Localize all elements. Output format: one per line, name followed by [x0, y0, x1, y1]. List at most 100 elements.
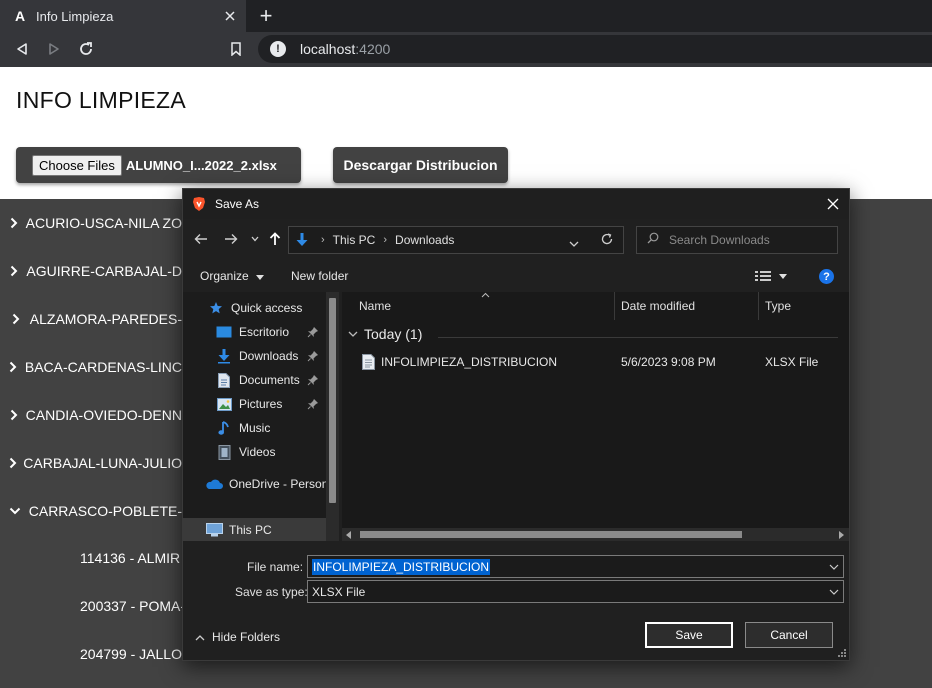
browser-tab[interactable]: A Info Limpieza — [0, 0, 246, 32]
address-row: › This PC › Downloads Search Downloads — [183, 219, 849, 259]
scrollbar-thumb[interactable] — [360, 531, 742, 538]
save-button[interactable]: Save — [645, 622, 733, 648]
resize-grip-icon[interactable] — [837, 648, 847, 658]
navigation-scrollbar[interactable] — [326, 292, 339, 541]
new-folder-button[interactable]: New folder — [291, 269, 348, 283]
scroll-left-icon[interactable] — [346, 531, 352, 539]
path-breadcrumb[interactable]: › This PC › Downloads — [288, 226, 624, 254]
column-divider[interactable] — [614, 292, 615, 320]
hide-folders-label: Hide Folders — [212, 630, 281, 644]
file-name-field[interactable]: INFOLIMPIEZA_DISTRIBUCION — [307, 555, 844, 578]
search-input[interactable]: Search Downloads — [636, 226, 838, 254]
site-info-icon[interactable]: ! — [270, 41, 286, 57]
list-item[interactable]: ALZAMORA-PAREDES- — [0, 295, 182, 343]
sort-ascending-icon — [481, 292, 490, 298]
nav-item-this-pc[interactable]: This PC — [205, 518, 272, 541]
search-placeholder: Search Downloads — [669, 233, 770, 247]
list-item-label: ALZAMORA-PAREDES- — [29, 311, 182, 327]
address-bar[interactable]: ! localhost:4200 — [258, 35, 932, 63]
list-item[interactable]: CARBAJAL-LUNA-JULIO — [0, 439, 182, 487]
address-dropdown-chevron-icon[interactable] — [569, 235, 579, 253]
sub-list-item[interactable]: 200337 - POMA- — [80, 598, 182, 614]
file-list-horizontal-scrollbar[interactable] — [342, 528, 849, 541]
file-date-cell: 5/6/2023 9:08 PM — [621, 355, 716, 369]
documents-folder-icon — [215, 372, 233, 388]
save-as-type-value: XLSX File — [312, 584, 366, 599]
nav-item-label: Music — [239, 421, 271, 435]
breadcrumb-separator-icon: › — [383, 234, 388, 246]
forward-icon[interactable] — [42, 37, 66, 61]
nav-item-downloads[interactable]: Downloads — [215, 344, 298, 368]
chevron-right-icon — [0, 457, 23, 469]
list-item[interactable]: AGUIRRE-CARBAJAL-D — [0, 247, 182, 295]
tab-close-icon[interactable] — [220, 6, 240, 26]
list-item[interactable]: BACA-CARDENAS-LINC — [0, 343, 182, 391]
back-icon[interactable] — [10, 37, 34, 61]
list-item-label: CARRASCO-POBLETE- — [28, 503, 182, 519]
new-tab-button[interactable]: + — [254, 3, 278, 28]
nav-item-pictures[interactable]: Pictures — [215, 392, 282, 416]
file-name-cell: INFOLIMPIEZA_DISTRIBUCION — [381, 355, 558, 369]
chevron-right-icon — [0, 361, 25, 373]
nav-item-documents[interactable]: Documents — [215, 368, 300, 392]
nav-item-music[interactable]: Music — [215, 416, 270, 440]
nav-item-onedrive[interactable]: OneDrive - Person — [205, 472, 328, 496]
tab-title: Info Limpieza — [36, 8, 114, 24]
cancel-button[interactable]: Cancel — [745, 622, 833, 648]
save-as-type-select[interactable]: XLSX File — [307, 580, 844, 603]
chevron-down-icon — [0, 507, 29, 515]
breadcrumb-separator-icon: › — [321, 234, 325, 246]
back-arrow-icon[interactable] — [191, 229, 211, 249]
group-header[interactable]: Today (1) — [348, 326, 422, 342]
refresh-icon[interactable] — [600, 232, 614, 251]
list-item[interactable]: CARRASCO-POBLETE- — [0, 487, 182, 535]
desktop-folder-icon — [215, 324, 233, 340]
up-arrow-icon[interactable] — [265, 229, 285, 249]
pin-icon — [307, 375, 318, 386]
dialog-titlebar[interactable]: Save As — [183, 189, 849, 219]
nav-item-label: This PC — [229, 523, 272, 537]
nav-item-escritorio[interactable]: Escritorio — [215, 320, 289, 344]
choose-files-button[interactable]: Choose Files — [32, 154, 122, 176]
list-item[interactable]: CANDIA-OVIEDO-DENN — [0, 391, 182, 439]
scrollbar-thumb[interactable] — [329, 298, 336, 503]
view-options-icon[interactable] — [755, 268, 791, 284]
chevron-right-icon — [0, 313, 30, 325]
list-item[interactable]: ACURIO-USCA-NILA ZO — [0, 199, 182, 247]
reload-icon[interactable] — [74, 37, 98, 61]
group-label: Today (1) — [364, 326, 423, 342]
breadcrumb-this-pc[interactable]: This PC — [333, 233, 376, 247]
bookmark-icon[interactable] — [224, 37, 248, 61]
close-icon[interactable] — [823, 194, 843, 214]
downloads-arrow-icon — [291, 232, 313, 248]
brave-browser-icon — [191, 196, 207, 212]
nav-item-videos[interactable]: Videos — [215, 440, 275, 464]
organize-menu[interactable]: Organize — [200, 269, 265, 283]
column-divider[interactable] — [758, 292, 759, 320]
help-icon[interactable]: ? — [819, 269, 834, 284]
hide-folders-button[interactable]: Hide Folders — [195, 630, 280, 644]
organize-label: Organize — [200, 269, 249, 283]
file-upload-control[interactable]: Choose Files ALUMNO_I...2022_2.xlsx — [16, 147, 301, 183]
chevron-down-icon[interactable] — [829, 562, 839, 572]
pin-icon — [307, 327, 318, 338]
sub-list-item[interactable]: 204799 - JALLO- — [80, 646, 182, 662]
videos-folder-icon — [215, 444, 233, 460]
sub-list-item[interactable]: 114136 - ALMIR — [80, 550, 182, 566]
nav-item-quick-access[interactable]: Quick access — [207, 296, 302, 320]
recent-locations-chevron-icon[interactable] — [245, 229, 265, 249]
breadcrumb-downloads[interactable]: Downloads — [395, 233, 454, 247]
column-header-type[interactable]: Type — [765, 292, 791, 320]
chevron-down-icon[interactable] — [829, 587, 839, 597]
save-as-dialog: Save As › This PC › Downloads Search Dow… — [182, 188, 850, 661]
download-distribution-button[interactable]: Descargar Distribucion — [333, 147, 508, 183]
column-header-name[interactable]: Name — [359, 292, 391, 320]
file-name-value: INFOLIMPIEZA_DISTRIBUCION — [312, 558, 491, 575]
scroll-right-icon[interactable] — [839, 531, 845, 539]
file-row[interactable]: INFOLIMPIEZA_DISTRIBUCION 5/6/2023 9:08 … — [342, 351, 849, 373]
search-icon — [647, 231, 659, 249]
forward-arrow-icon[interactable] — [221, 229, 241, 249]
column-header-date[interactable]: Date modified — [621, 292, 695, 320]
nav-item-label: OneDrive - Person — [229, 477, 329, 491]
nav-item-label: Documents — [239, 373, 300, 387]
